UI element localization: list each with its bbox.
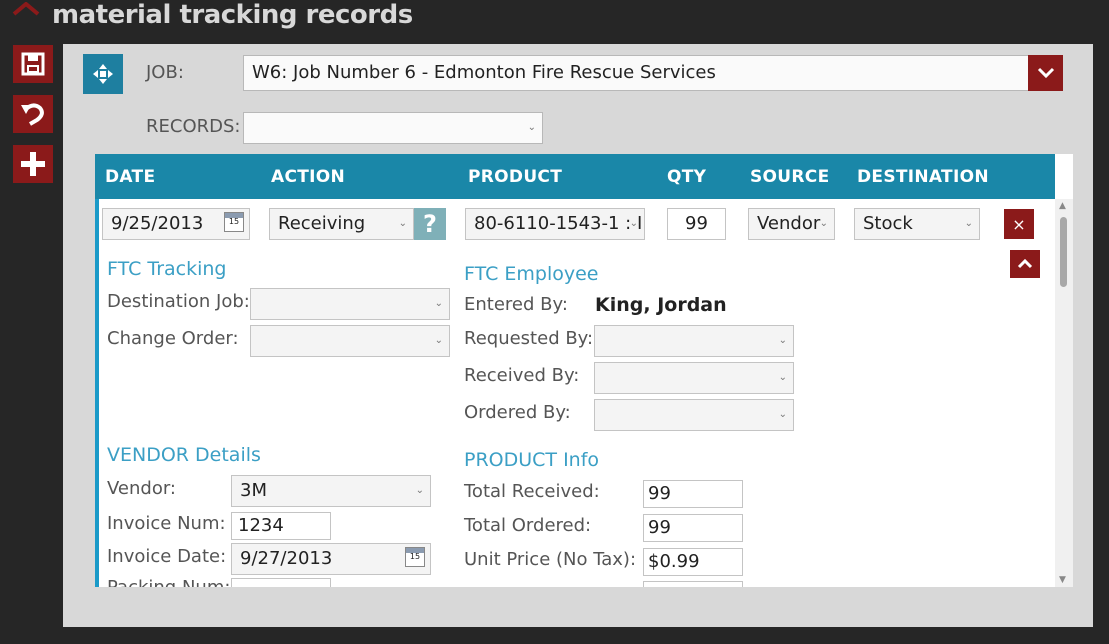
records-select[interactable]: ⌄ — [243, 112, 543, 144]
plus-icon — [21, 152, 45, 176]
column-header-source[interactable]: SOURCE — [750, 167, 829, 187]
records-grid: DATE ACTION PRODUCT QTY SOURCE DESTINATI… — [95, 154, 1073, 587]
product-select[interactable]: 80-6110-1543-1 : I ⌄ — [465, 208, 645, 240]
requested-by-select[interactable]: ⌄ — [594, 325, 794, 357]
vendor-value: 3M — [240, 480, 267, 501]
received-by-select[interactable]: ⌄ — [594, 362, 794, 394]
qty-input[interactable]: 99 — [667, 208, 726, 240]
column-header-action[interactable]: ACTION — [271, 167, 345, 187]
product-value: 80-6110-1543-1 : I — [474, 213, 643, 234]
total-ordered-label: Total Ordered: — [464, 515, 592, 536]
job-select[interactable]: W6: Job Number 6 - Edmonton Fire Rescue … — [243, 55, 1063, 91]
chevron-down-icon: ⌄ — [819, 218, 828, 229]
product-info-title: PRODUCT Info — [464, 449, 600, 471]
invoice-num-value: 1234 — [238, 515, 284, 536]
chevron-down-icon: ⌄ — [434, 335, 443, 346]
total-received-input[interactable]: 99 — [643, 480, 743, 508]
chevron-down-icon — [1037, 67, 1054, 79]
add-button[interactable] — [13, 145, 53, 183]
destination-job-select[interactable]: ⌄ — [250, 288, 450, 320]
packing-num-input[interactable] — [231, 578, 331, 587]
job-select-value: W6: Job Number 6 - Edmonton Fire Rescue … — [252, 62, 716, 83]
chevron-down-icon: ⌄ — [415, 485, 424, 496]
undo-icon — [21, 103, 44, 126]
delete-row-button[interactable]: × — [1004, 209, 1034, 239]
destination-value: Stock — [863, 213, 913, 234]
calendar-icon[interactable]: 15 — [224, 212, 244, 232]
records-label: RECORDS: — [146, 116, 241, 137]
column-header-date[interactable]: DATE — [105, 167, 155, 187]
chevron-up-icon — [1017, 259, 1033, 269]
qty-value: 99 — [685, 213, 708, 234]
save-icon — [21, 52, 45, 76]
scroll-up-icon[interactable]: ▲ — [1059, 201, 1066, 211]
action-value: Receiving — [278, 213, 366, 234]
vendor-select[interactable]: 3M ⌄ — [231, 475, 431, 507]
entered-by-label: Entered By: — [464, 294, 568, 315]
chevron-down-icon: ⌄ — [778, 409, 787, 420]
invoice-date-field[interactable]: 9/27/2013 15 — [231, 543, 431, 575]
app-header: material tracking records — [10, 0, 413, 34]
chevron-down-icon: ⌄ — [398, 218, 407, 229]
change-order-label: Change Order: — [107, 328, 239, 349]
toolbar — [13, 45, 53, 195]
grid-header: DATE ACTION PRODUCT QTY SOURCE DESTINATI… — [95, 154, 1055, 199]
scroll-thumb[interactable] — [1060, 217, 1067, 287]
requested-by-label: Requested By: — [464, 328, 594, 349]
column-header-product[interactable]: PRODUCT — [468, 167, 562, 187]
date-field[interactable]: 9/25/2013 15 — [102, 208, 250, 240]
collapse-header-icon[interactable] — [10, 0, 42, 34]
column-header-qty[interactable]: QTY — [667, 167, 706, 187]
unit-price-input[interactable]: $0.99 — [643, 548, 743, 576]
ftc-tracking-title: FTC Tracking — [107, 258, 227, 280]
date-value: 9/25/2013 — [111, 213, 204, 234]
entered-by-value: King, Jordan — [595, 294, 727, 316]
received-by-label: Received By: — [464, 365, 580, 386]
source-select[interactable]: Vendor ⌄ — [748, 208, 835, 240]
unit-price-label: Unit Price (No Tax): — [464, 549, 637, 570]
row-accent-bar — [95, 199, 99, 587]
page-title: material tracking records — [52, 0, 413, 30]
ftc-employee-title: FTC Employee — [464, 263, 599, 285]
invoice-num-input[interactable]: 1234 — [231, 512, 331, 540]
total-received-label: Total Received: — [464, 481, 600, 502]
invoice-date-label: Invoice Date: — [107, 546, 227, 567]
destination-job-label: Destination Job: — [107, 291, 250, 312]
vendor-details-title: VENDOR Details — [107, 444, 261, 466]
chevron-down-icon: ⌄ — [778, 335, 787, 346]
action-select[interactable]: Receiving ⌄ — [269, 208, 414, 240]
destination-select[interactable]: Stock ⌄ — [854, 208, 980, 240]
column-header-destination[interactable]: DESTINATION — [857, 167, 989, 187]
unit-price-value: $0.99 — [648, 551, 700, 572]
job-hierarchy-icon — [83, 54, 123, 94]
chevron-down-icon: ⌄ — [434, 298, 443, 309]
vendor-label: Vendor: — [107, 478, 176, 499]
collapse-row-button[interactable] — [1010, 250, 1040, 278]
chevron-down-icon: ⌄ — [629, 218, 638, 229]
scroll-down-icon[interactable]: ▼ — [1059, 575, 1066, 585]
main-panel: JOB: W6: Job Number 6 - Edmonton Fire Re… — [63, 44, 1093, 627]
total-ordered-input[interactable]: 99 — [643, 514, 743, 542]
chevron-down-icon: ⌄ — [964, 218, 973, 229]
grid-scrollbar[interactable]: ▲ ▼ — [1055, 199, 1073, 587]
save-button[interactable] — [13, 45, 53, 83]
invoice-date-value: 9/27/2013 — [240, 548, 333, 569]
chevron-down-icon: ⌄ — [527, 122, 536, 133]
ordered-by-select[interactable]: ⌄ — [594, 399, 794, 431]
calendar-icon[interactable]: 15 — [405, 547, 425, 567]
total-received-value: 99 — [648, 483, 671, 504]
total-ordered-value: 99 — [648, 517, 671, 538]
source-value: Vendor — [757, 213, 821, 234]
change-order-select[interactable]: ⌄ — [250, 325, 450, 357]
ordered-by-label: Ordered By: — [464, 402, 571, 423]
help-button[interactable]: ? — [414, 208, 446, 240]
job-label: JOB: — [146, 62, 184, 83]
undo-button[interactable] — [13, 95, 53, 133]
chevron-down-icon: ⌄ — [778, 372, 787, 383]
product-extra-input[interactable] — [643, 581, 743, 587]
invoice-num-label: Invoice Num: — [107, 513, 226, 534]
job-dropdown-button[interactable] — [1028, 55, 1063, 91]
packing-num-label: Packing Num: — [107, 577, 230, 587]
